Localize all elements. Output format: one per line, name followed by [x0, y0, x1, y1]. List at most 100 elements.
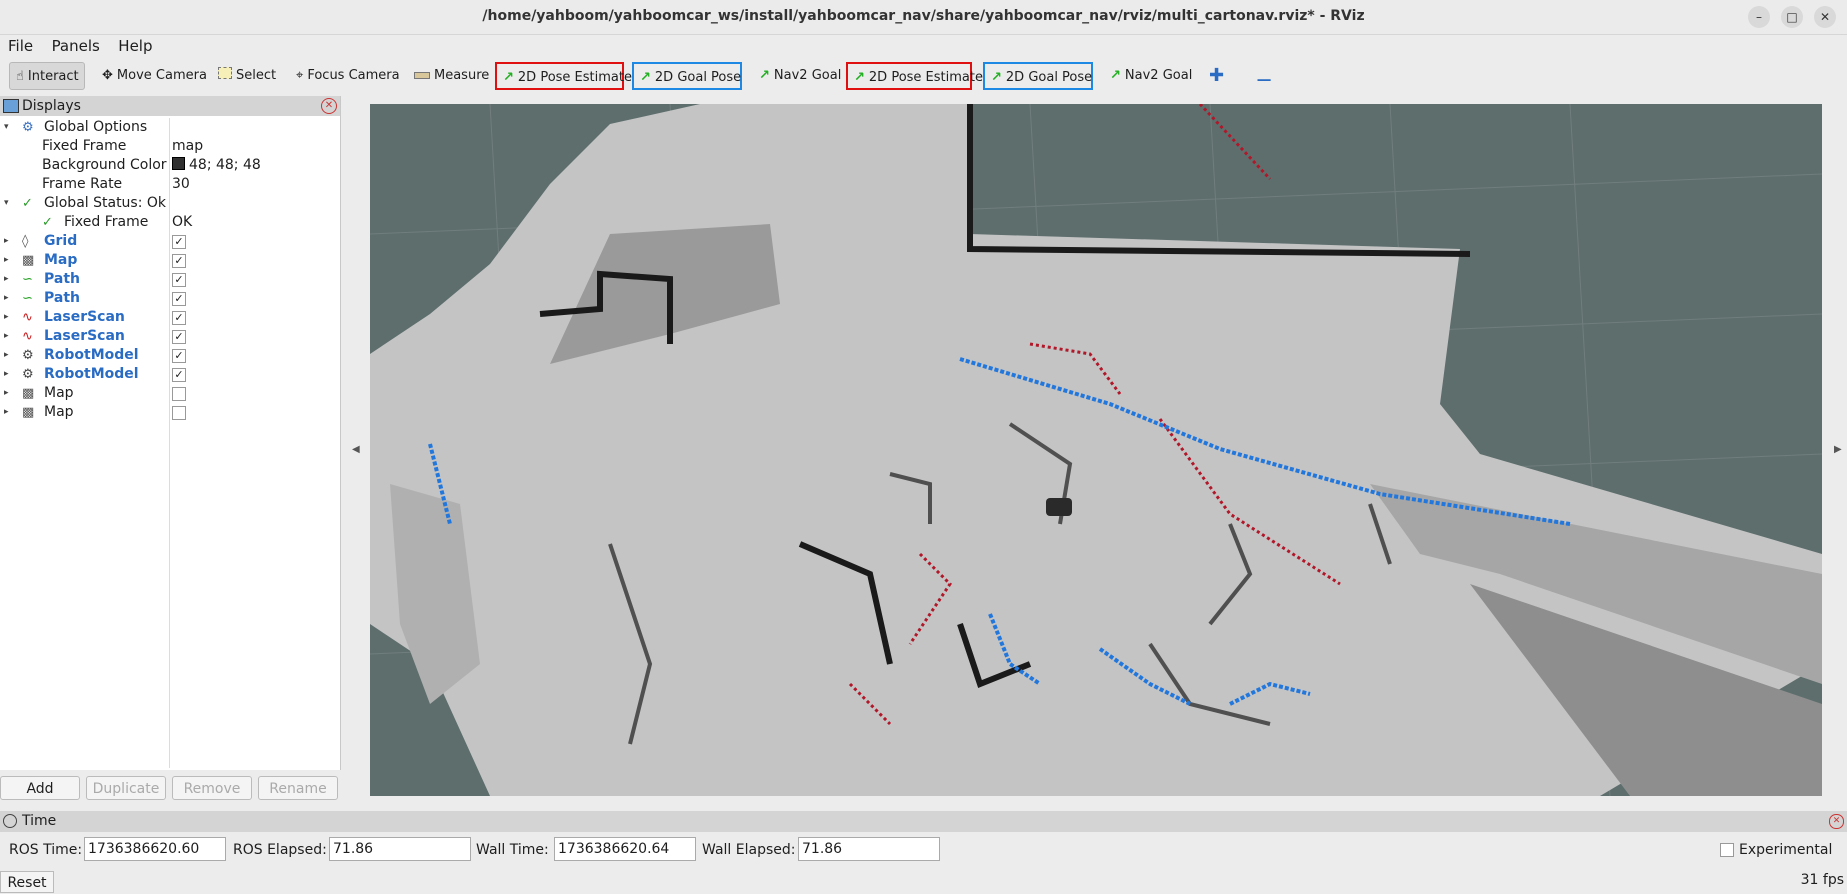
focus-icon: ⌖ [296, 68, 304, 83]
global-options-row[interactable]: ▾ ⚙ Global Options [0, 118, 340, 137]
status-fixed-frame-row[interactable]: ✓ Fixed Frame OK [0, 213, 340, 232]
ros-time-field[interactable]: 1736386620.60 [84, 837, 226, 861]
checkbox[interactable]: ✓ [172, 292, 186, 306]
add-tool-icon[interactable]: ✚ [1203, 62, 1230, 90]
display-item-map[interactable]: ▸ ▩ Map [0, 384, 340, 403]
display-item-laserscan[interactable]: ▸ ∿ LaserScan ✓ [0, 327, 340, 346]
map-render [370, 104, 1822, 796]
checkbox[interactable] [172, 406, 186, 420]
experimental-checkbox[interactable] [1720, 843, 1734, 857]
collapse-right-icon[interactable]: ▶ [1834, 444, 1842, 455]
interact-button[interactable]: ☝ Interact [9, 62, 85, 90]
collapse-icon[interactable]: ▸ [4, 346, 9, 365]
checkbox[interactable]: ✓ [172, 330, 186, 344]
display-item-robotmodel[interactable]: ▸ ⚙ RobotModel ✓ [0, 346, 340, 365]
expand-icon[interactable]: ▾ [4, 194, 9, 213]
monitor-icon [3, 99, 19, 113]
display-item-robotmodel[interactable]: ▸ ⚙ RobotModel ✓ [0, 365, 340, 384]
collapse-icon[interactable]: ▸ [4, 289, 9, 308]
frame-rate-row[interactable]: Frame Rate 30 [0, 175, 340, 194]
move-camera-button[interactable]: ✥ Move Camera [96, 62, 213, 90]
menu-file[interactable]: File [8, 35, 33, 57]
checkbox[interactable]: ✓ [172, 235, 186, 249]
display-item-grid[interactable]: ▸ ◊ Grid ✓ [0, 232, 340, 251]
minimize-icon[interactable]: – [1748, 6, 1770, 28]
checkbox[interactable]: ✓ [172, 368, 186, 382]
close-panel-icon[interactable]: ✕ [321, 98, 337, 114]
grid-icon: ◊ [22, 234, 29, 249]
collapse-icon[interactable]: ▸ [4, 403, 9, 422]
rename-button[interactable]: Rename [258, 776, 338, 800]
pose-estimate-button-2[interactable]: ↗ 2D Pose Estimate [846, 62, 983, 90]
close-panel-icon[interactable]: ✕ [1829, 814, 1844, 829]
checkbox[interactable] [172, 387, 186, 401]
arrow-icon: ↗ [503, 70, 514, 85]
window-title: /home/yahboom/yahboomcar_ws/install/yahb… [482, 8, 1365, 24]
ruler-icon [414, 72, 430, 79]
add-button[interactable]: Add [0, 776, 80, 800]
display-item-path[interactable]: ▸ ∽ Path ✓ [0, 289, 340, 308]
goal-pose-button-1[interactable]: ↗ 2D Goal Pose [632, 62, 742, 90]
robot-icon: ⚙ [22, 348, 34, 363]
ros-elapsed-field[interactable]: 71.86 [329, 837, 471, 861]
wall-time-field[interactable]: 1736386620.64 [554, 837, 696, 861]
map-icon: ▩ [22, 405, 35, 420]
collapse-icon[interactable]: ▸ [4, 327, 9, 346]
arrow-icon: ↗ [640, 70, 651, 85]
display-item-path[interactable]: ▸ ∽ Path ✓ [0, 270, 340, 289]
fps-readout: 31 fps [1800, 872, 1844, 888]
display-item-laserscan[interactable]: ▸ ∿ LaserScan ✓ [0, 308, 340, 327]
fixed-frame-row[interactable]: Fixed Frame map [0, 137, 340, 156]
arrow-icon: ↗ [991, 70, 1002, 85]
collapse-left-icon[interactable]: ◀ [352, 444, 360, 455]
nav2-goal-button-2[interactable]: ↗ Nav2 Goal [1104, 62, 1198, 90]
gear-icon: ⚙ [22, 120, 34, 135]
check-icon: ✓ [42, 215, 53, 230]
arrow-icon: ↗ [759, 68, 770, 83]
collapse-icon[interactable]: ▸ [4, 384, 9, 403]
close-icon[interactable]: ✕ [1814, 6, 1836, 28]
path-icon: ∽ [22, 272, 33, 287]
checkbox[interactable]: ✓ [172, 273, 186, 287]
title-bar: /home/yahboom/yahboomcar_ws/install/yahb… [0, 0, 1847, 35]
hand-icon: ☝ [16, 69, 24, 84]
menu-panels[interactable]: Panels [52, 35, 100, 57]
remove-button[interactable]: Remove [172, 776, 252, 800]
laserscan-icon: ∿ [22, 310, 33, 325]
collapse-icon[interactable]: ▸ [4, 232, 9, 251]
background-color-row[interactable]: Background Color 48; 48; 48 [0, 156, 340, 175]
collapse-icon[interactable]: ▸ [4, 308, 9, 327]
global-status-row[interactable]: ▾ ✓ Global Status: Ok [0, 194, 340, 213]
checkbox[interactable]: ✓ [172, 311, 186, 325]
select-button[interactable]: Select [212, 62, 282, 90]
menu-help[interactable]: Help [118, 35, 152, 57]
display-buttons: Add Duplicate Remove Rename [0, 776, 340, 802]
checkbox[interactable]: ✓ [172, 349, 186, 363]
collapse-icon[interactable]: ▸ [4, 251, 9, 270]
time-panel: ROS Time: 1736386620.60 ROS Elapsed: 71.… [0, 836, 1847, 864]
time-panel-header: Time ✕ [0, 811, 1847, 832]
pose-estimate-button-1[interactable]: ↗ 2D Pose Estimate [495, 62, 632, 90]
collapse-icon[interactable]: ▸ [4, 270, 9, 289]
maximize-icon[interactable]: □ [1781, 6, 1803, 28]
nav2-goal-button-1[interactable]: ↗ Nav2 Goal [753, 62, 847, 90]
displays-title: Displays [22, 98, 81, 114]
duplicate-button[interactable]: Duplicate [86, 776, 166, 800]
check-icon: ✓ [22, 196, 33, 211]
measure-button[interactable]: Measure [408, 62, 495, 90]
display-item-map[interactable]: ▸ ▩ Map ✓ [0, 251, 340, 270]
collapse-icon[interactable]: ▸ [4, 365, 9, 384]
path-icon: ∽ [22, 291, 33, 306]
map-icon: ▩ [22, 253, 35, 268]
wall-elapsed-field[interactable]: 71.86 [798, 837, 940, 861]
checkbox[interactable]: ✓ [172, 254, 186, 268]
expand-icon[interactable]: ▾ [4, 118, 9, 137]
remove-tool-icon[interactable]: ⚊ [1250, 62, 1278, 90]
focus-camera-button[interactable]: ⌖ Focus Camera [290, 62, 406, 90]
render-viewport[interactable] [370, 104, 1822, 796]
display-item-map[interactable]: ▸ ▩ Map [0, 403, 340, 422]
arrow-icon: ↗ [854, 70, 865, 85]
goal-pose-button-2[interactable]: ↗ 2D Goal Pose [983, 62, 1093, 90]
reset-button[interactable]: Reset [0, 871, 54, 893]
clock-icon [3, 814, 17, 828]
